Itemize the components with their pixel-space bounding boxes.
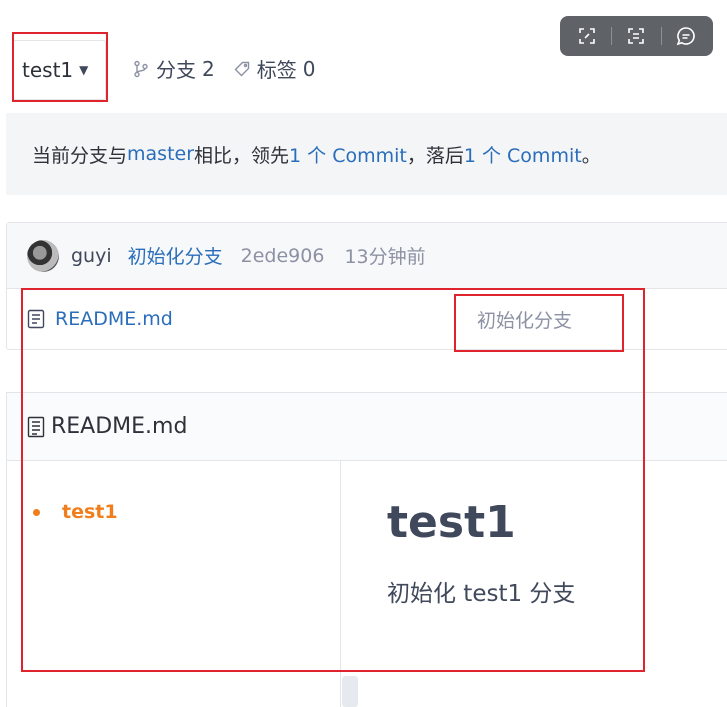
compare-middle-2: ，落后 (406, 144, 464, 167)
tags-link[interactable]: 标签 0 (233, 54, 316, 83)
branch-selector[interactable]: test1 ▼ (12, 40, 106, 100)
tag-icon (234, 61, 249, 76)
branch-compare-notice: 当前分支与 master 相比，领先 1 个 Commit ，落后 1 个 Co… (6, 113, 727, 195)
branch-icon (134, 60, 148, 77)
file-last-commit[interactable]: 初始化分支 (477, 306, 572, 333)
toc-item[interactable]: test1 (33, 501, 118, 523)
compare-middle-1: 相比，领先 (194, 144, 290, 167)
readme-title: README.md (51, 414, 188, 439)
commit-hash[interactable]: 2ede906 (241, 245, 325, 267)
file-name[interactable]: README.md (55, 308, 173, 330)
branch-selector-label: test1 (22, 58, 74, 82)
latest-commit: guyi 初始化分支 2ede906 13分钟前 (7, 223, 727, 289)
file-list-panel: guyi 初始化分支 2ede906 13分钟前 README.md 初始化分支 (6, 222, 727, 350)
branch-meta: 分支 2 标签 0 (132, 54, 333, 83)
avatar[interactable] (27, 239, 59, 272)
ahead-commits-link[interactable]: 1 个 Commit (289, 141, 407, 168)
tags-label: 标签 (256, 58, 297, 82)
caret-down-icon: ▼ (79, 63, 89, 77)
file-icon (27, 416, 45, 437)
scrollbar-thumb[interactable] (342, 676, 358, 707)
commit-message[interactable]: 初始化分支 (128, 242, 223, 269)
toc-item-label: test1 (62, 501, 118, 523)
readme-toc: test1 (7, 461, 341, 707)
branch-bar: test1 ▼ 分支 2 标签 0 (0, 40, 727, 100)
commit-time: 13分钟前 (344, 246, 426, 268)
branches-label: 分支 (156, 58, 196, 82)
compare-suffix: 。 (581, 144, 601, 167)
readme-header: README.md (7, 393, 727, 461)
compare-prefix: 当前分支与 (32, 144, 128, 167)
branches-link[interactable]: 分支 2 (132, 54, 215, 83)
readme-content: test1 初始化 test1 分支 (387, 497, 575, 608)
readme-body: test1 test1 初始化 test1 分支 (7, 461, 727, 707)
tags-count: 0 (302, 56, 316, 81)
file-row[interactable]: README.md 初始化分支 (7, 289, 727, 349)
readme-paragraph: 初始化 test1 分支 (387, 580, 576, 607)
readme-panel: README.md test1 test1 初始化 test1 分支 (6, 392, 727, 707)
file-icon (27, 309, 45, 329)
bullet-icon (33, 508, 40, 516)
readme-heading: test1 (387, 497, 516, 548)
branches-count: 2 (202, 56, 215, 81)
base-branch-link[interactable]: master (127, 143, 194, 165)
commit-author[interactable]: guyi (71, 245, 112, 267)
behind-commits-link[interactable]: 1 个 Commit (464, 141, 582, 168)
